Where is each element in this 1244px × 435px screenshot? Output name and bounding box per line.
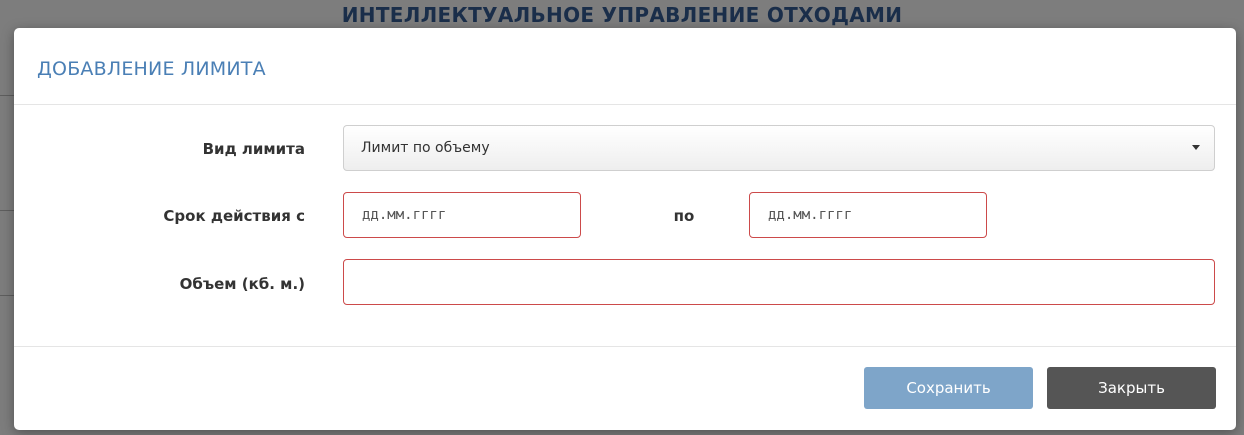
background-divider [0,210,14,211]
dialog-header: ДОБАВЛЕНИЕ ЛИМИТА [14,28,1236,105]
period-to-input[interactable] [749,192,987,238]
dialog-footer: Сохранить Закрыть [14,347,1236,430]
close-button[interactable]: Закрыть [1047,367,1216,409]
limit-type-label: Вид лимита [202,140,305,158]
period-to-label: по [673,207,695,225]
period-from-label: Срок действия с [163,207,305,225]
volume-input[interactable] [343,259,1215,305]
limit-type-value: Лимит по объему [361,140,490,156]
limit-type-select[interactable]: Лимит по объему [343,125,1215,171]
background-divider [0,95,14,96]
volume-label: Объем (кб. м.) [179,275,305,293]
dialog-title: ДОБАВЛЕНИЕ ЛИМИТА [37,58,266,80]
save-button[interactable]: Сохранить [864,367,1033,409]
add-limit-dialog: ДОБАВЛЕНИЕ ЛИМИТА Вид лимита Лимит по об… [14,28,1236,430]
background-divider [0,295,14,296]
background-page-title: ИНТЕЛЛЕКТУАЛЬНОЕ УПРАВЛЕНИЕ ОТХОДАМИ [341,3,903,27]
chevron-down-icon [1192,145,1200,150]
period-from-input[interactable] [343,192,581,238]
dialog-body: Вид лимита Лимит по объему Срок действия… [14,105,1236,347]
